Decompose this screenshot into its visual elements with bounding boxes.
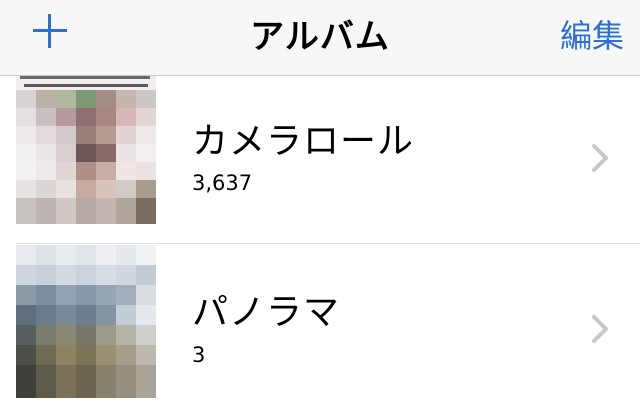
album-name: カメラロール [192, 121, 415, 162]
chevron-right-icon [592, 144, 608, 172]
album-thumbnail [16, 76, 156, 224]
album-count: 3 [192, 343, 206, 367]
chevron-right-icon [592, 315, 608, 343]
row-separator [16, 243, 640, 244]
albums-screen: アルバム 編集 カメラロール 3,637 パノラマ 3 [0, 0, 640, 418]
album-name: パノラマ [192, 292, 341, 333]
edit-button[interactable]: 編集 [560, 11, 624, 57]
album-row-panorama[interactable]: パノラマ 3 [0, 245, 640, 410]
album-row-camera-roll[interactable]: カメラロール 3,637 [0, 76, 640, 241]
album-thumbnail [16, 245, 156, 398]
navigation-bar: アルバム 編集 [0, 0, 640, 76]
album-count: 3,637 [192, 171, 253, 195]
page-title: アルバム [250, 17, 390, 57]
